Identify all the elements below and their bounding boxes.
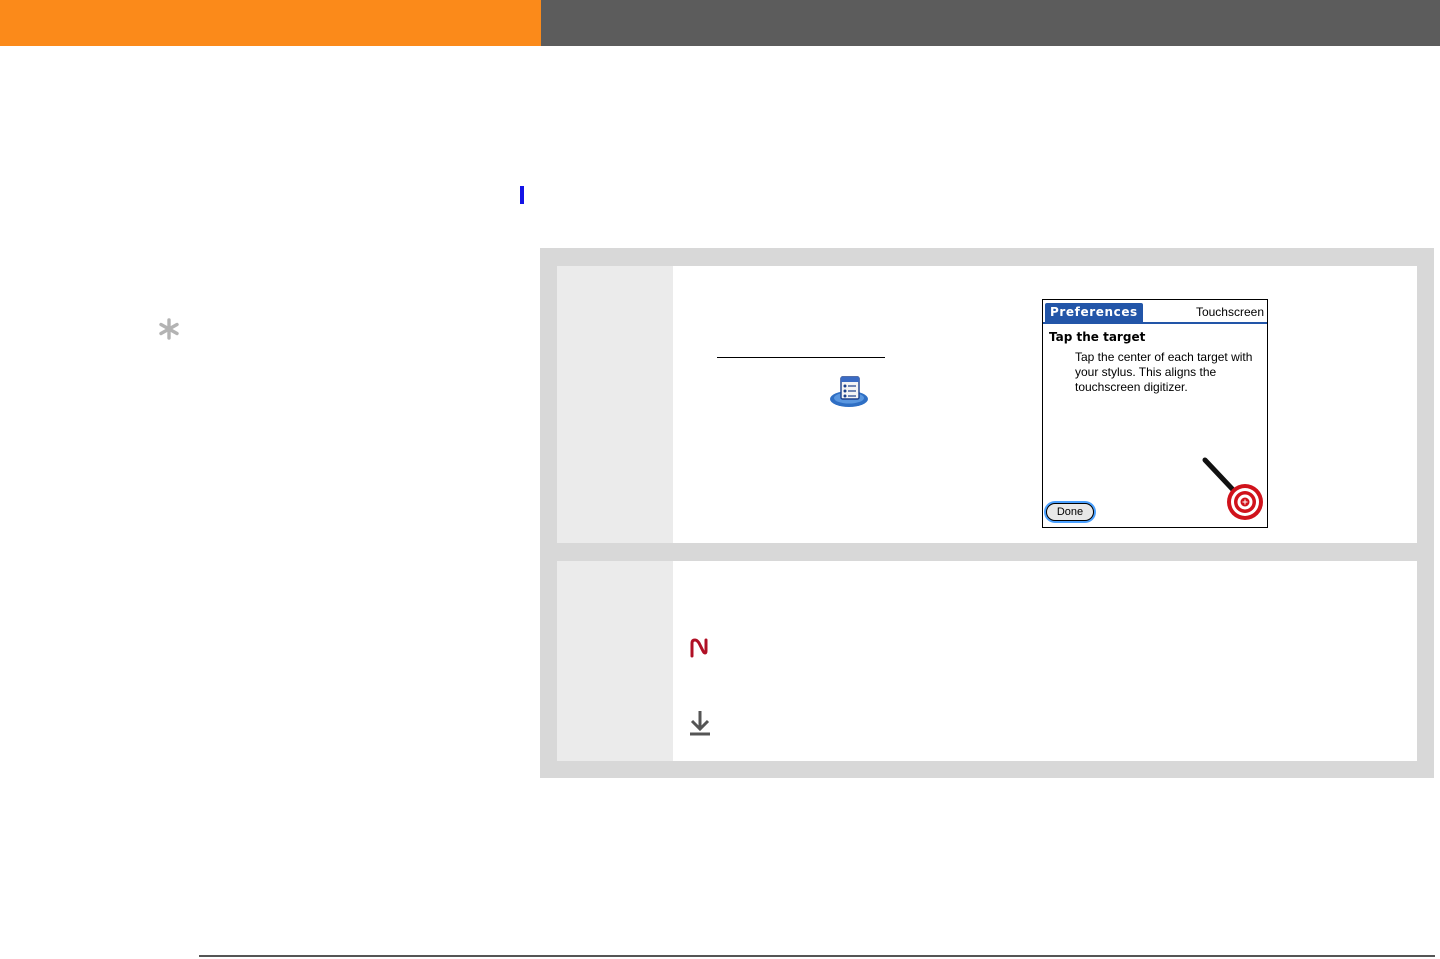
step-2	[557, 561, 1417, 761]
link-underline[interactable]	[717, 357, 885, 358]
section-marker	[520, 186, 524, 204]
palm-app-tab: Preferences	[1045, 303, 1143, 322]
done-button[interactable]: Done	[1046, 503, 1094, 521]
download-arrow-icon	[690, 711, 710, 736]
palm-instructions: Tap the center of each target with your …	[1075, 350, 1253, 394]
touchscreen-screenshot: Preferences Touchscreen Tap the target T…	[1042, 299, 1268, 528]
preferences-app-icon[interactable]	[829, 374, 869, 408]
asterisk-icon	[159, 318, 179, 340]
header-bar-gray	[541, 0, 1440, 46]
step-number-cell	[557, 266, 673, 543]
header-bar-orange	[0, 0, 541, 46]
page: Preferences Touchscreen Tap the target T…	[0, 0, 1440, 959]
step-1: Preferences Touchscreen Tap the target T…	[557, 266, 1417, 543]
palm-heading: Tap the target	[1049, 330, 1146, 344]
step-number-cell	[557, 561, 673, 761]
palm-screen-title: Touchscreen	[1195, 305, 1264, 319]
palm-note-icon	[690, 638, 708, 658]
target-icon	[1202, 457, 1263, 520]
footer-rule	[199, 955, 1435, 957]
palm-title-bar: Preferences Touchscreen	[1043, 300, 1267, 324]
